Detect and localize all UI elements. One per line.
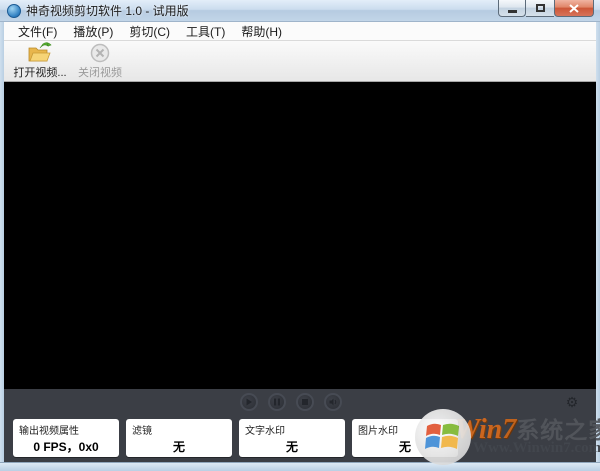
- toolbar: 打开视频... 关闭视频: [4, 41, 596, 82]
- window-border-right: [596, 22, 600, 462]
- text-watermark-panel[interactable]: 文字水印 无: [239, 419, 345, 457]
- play-button[interactable]: [240, 393, 258, 411]
- close-button[interactable]: [554, 0, 594, 17]
- menu-play[interactable]: 播放(P): [65, 21, 121, 42]
- menu-cut[interactable]: 剪切(C): [121, 21, 178, 42]
- play-icon: [246, 398, 252, 406]
- maximize-button[interactable]: [526, 0, 554, 17]
- output-properties-panel[interactable]: 输出视频属性 0 FPS，0x0: [13, 419, 119, 457]
- maximize-icon: [535, 4, 545, 12]
- image-watermark-value: 无: [398, 440, 411, 454]
- pause-icon: [274, 398, 280, 406]
- image-watermark-label: 图片水印: [358, 426, 398, 437]
- minimize-icon: [507, 9, 517, 13]
- close-icon: [569, 3, 579, 13]
- menu-file[interactable]: 文件(F): [10, 21, 65, 42]
- text-watermark-value: 无: [285, 440, 298, 454]
- gear-icon: ⚙: [565, 394, 579, 410]
- close-video-label: 关闭视频: [78, 67, 122, 79]
- pause-button[interactable]: [268, 393, 286, 411]
- control-deck: ⚙ 输出视频属性 0 FPS，0x0 滤镜 无 文字水印 无 图片水印 无: [4, 389, 596, 462]
- image-watermark-panel[interactable]: 图片水印 无: [352, 419, 458, 457]
- stop-icon: [302, 399, 308, 405]
- close-video-icon: [90, 42, 110, 63]
- app-window: 神奇视频剪切软件 1.0 - 试用版 文件(F) 播放(P) 剪切(C) 工具(…: [0, 0, 600, 471]
- window-title: 神奇视频剪切软件 1.0 - 试用版: [26, 4, 189, 18]
- text-watermark-label: 文字水印: [245, 426, 285, 437]
- menu-help[interactable]: 帮助(H): [233, 21, 290, 42]
- stop-button[interactable]: [296, 393, 314, 411]
- open-video-label: 打开视频...: [13, 67, 67, 79]
- filter-label: 滤镜: [132, 426, 152, 437]
- output-properties-value: 0 FPS，0x0: [33, 440, 99, 454]
- filter-value: 无: [172, 440, 185, 454]
- output-properties-label: 输出视频属性: [19, 426, 79, 437]
- volume-button[interactable]: [324, 393, 342, 411]
- settings-button[interactable]: ⚙: [564, 394, 580, 410]
- transport-controls: [240, 393, 342, 411]
- app-icon[interactable]: [7, 3, 21, 18]
- volume-icon: [329, 398, 336, 406]
- window-controls: [498, 0, 594, 17]
- open-video-button[interactable]: 打开视频...: [10, 42, 70, 80]
- video-display-area: [4, 82, 596, 389]
- filter-panel[interactable]: 滤镜 无: [126, 419, 232, 457]
- status-panels: 输出视频属性 0 FPS，0x0 滤镜 无 文字水印 无 图片水印 无: [4, 419, 596, 462]
- minimize-button[interactable]: [498, 0, 526, 17]
- menu-tools[interactable]: 工具(T): [178, 21, 233, 42]
- menu-bar: 文件(F) 播放(P) 剪切(C) 工具(T) 帮助(H): [4, 22, 596, 41]
- window-border-bottom: [0, 462, 600, 471]
- close-video-button[interactable]: 关闭视频: [70, 42, 130, 80]
- open-video-folder-icon: [27, 42, 53, 63]
